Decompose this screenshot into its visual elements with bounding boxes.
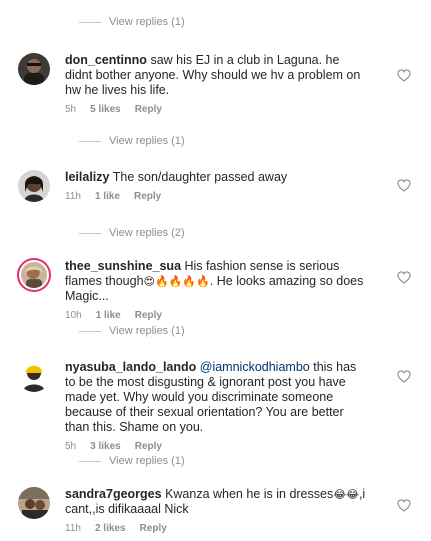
- avatar[interactable]: [18, 360, 50, 392]
- comment-likes[interactable]: 1 like: [96, 310, 121, 321]
- comment-text: nyasuba_lando_lando @iamnickodhiambo thi…: [65, 360, 370, 435]
- avatar[interactable]: [18, 487, 50, 519]
- emoji-group: 😂😂: [333, 488, 359, 501]
- comment-text: thee_sunshine_sua His fashion sense is s…: [65, 259, 370, 304]
- comment-time: 11h: [65, 191, 81, 202]
- comment-time: 11h: [65, 523, 81, 534]
- comment-meta: 10h 1 like Reply: [65, 310, 370, 321]
- divider-line: [79, 330, 101, 332]
- comment-likes[interactable]: 3 likes: [90, 441, 121, 452]
- avatar-image: [21, 262, 47, 288]
- avatar[interactable]: [17, 258, 51, 292]
- avatar-image: [18, 487, 50, 519]
- comment-likes[interactable]: 5 likes: [90, 104, 121, 115]
- comment-username[interactable]: thee_sunshine_sua: [65, 259, 181, 273]
- comment-username[interactable]: leilalizy: [65, 170, 109, 184]
- view-replies-button[interactable]: View replies (1): [79, 133, 185, 149]
- reply-button[interactable]: Reply: [134, 191, 161, 202]
- reply-button[interactable]: Reply: [135, 104, 162, 115]
- mention-link[interactable]: @iamnickodhiambo: [200, 360, 310, 374]
- heart-outline-icon[interactable]: [397, 370, 411, 383]
- reply-button[interactable]: Reply: [135, 310, 162, 321]
- view-replies-label: View replies (2): [109, 227, 185, 239]
- comment-text: leilalizy The son/daughter passed away: [65, 170, 370, 185]
- view-replies-button[interactable]: View replies (1): [79, 323, 185, 339]
- heart-outline-icon[interactable]: [397, 271, 411, 284]
- view-replies-label: View replies (1): [109, 135, 185, 147]
- avatar-image: [18, 53, 50, 85]
- comment-username[interactable]: don_centinno: [65, 53, 147, 67]
- avatar[interactable]: [18, 53, 50, 85]
- divider-line: [79, 140, 101, 142]
- heart-outline-icon[interactable]: [397, 499, 411, 512]
- comment-username[interactable]: nyasuba_lando_lando: [65, 360, 196, 374]
- comment-text: don_centinno saw his EJ in a club in Lag…: [65, 53, 370, 98]
- view-replies-button[interactable]: View replies (1): [79, 14, 185, 30]
- heart-outline-icon[interactable]: [397, 179, 411, 192]
- divider-line: [79, 460, 101, 462]
- avatar-image: [18, 360, 50, 392]
- comment-time: 5h: [65, 104, 77, 115]
- avatar-image: [18, 170, 50, 202]
- view-replies-button[interactable]: View replies (1): [79, 453, 185, 469]
- heart-outline-icon[interactable]: [397, 69, 411, 82]
- divider-line: [79, 21, 101, 23]
- comment-time: 5h: [65, 441, 77, 452]
- comment-time: 10h: [65, 310, 82, 321]
- comment-meta: 5h 3 likes Reply: [65, 441, 370, 452]
- reply-button[interactable]: Reply: [140, 523, 167, 534]
- reply-button[interactable]: Reply: [135, 441, 162, 452]
- view-replies-label: View replies (1): [109, 325, 185, 337]
- avatar[interactable]: [18, 170, 50, 202]
- comment-meta: 11h 1 like Reply: [65, 191, 370, 202]
- view-replies-label: View replies (1): [109, 455, 185, 467]
- comment-text: sandra7georges Kwanza when he is in dres…: [65, 487, 370, 517]
- divider-line: [79, 232, 101, 234]
- comment-likes[interactable]: 2 likes: [95, 523, 126, 534]
- comment-body: The son/daughter passed away: [112, 170, 288, 184]
- view-replies-button[interactable]: View replies (2): [79, 225, 185, 241]
- comment-body: Kwanza when he is in dresses: [165, 487, 334, 501]
- comment-meta: 11h 2 likes Reply: [65, 523, 370, 534]
- comment-username[interactable]: sandra7georges: [65, 487, 162, 501]
- comment-meta: 5h 5 likes Reply: [65, 104, 370, 115]
- view-replies-label: View replies (1): [109, 16, 185, 28]
- comment-likes[interactable]: 1 like: [95, 191, 120, 202]
- emoji-group: 😍🔥🔥🔥🔥: [143, 275, 210, 288]
